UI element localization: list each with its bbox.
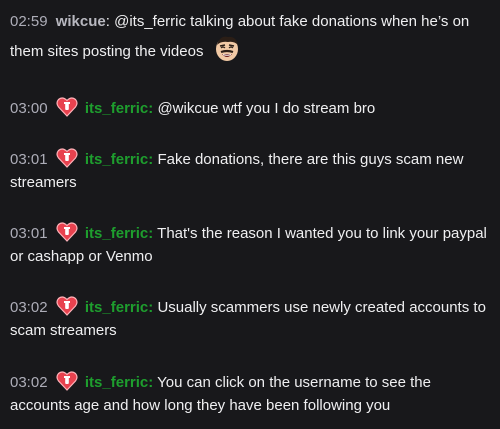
laughing-man-emote[interactable]	[212, 33, 242, 63]
timestamp: 03:00	[10, 100, 48, 117]
chat-message: 03:02 its_ferric: You can click on the u…	[10, 370, 494, 417]
message-text: Fake donations, there are this guys scam…	[10, 151, 464, 191]
heart-badge-icon[interactable]	[56, 370, 78, 392]
chat-message: 02:59 wikcue: @its_ferric talking about …	[10, 10, 494, 63]
colon: :	[148, 151, 154, 168]
heart-badge-icon[interactable]	[56, 96, 78, 118]
colon: :	[148, 225, 154, 242]
timestamp: 02:59	[10, 13, 48, 30]
chat-message: 03:01 its_ferric: That's the reason I wa…	[10, 221, 494, 268]
username[interactable]: wikcue	[56, 13, 106, 30]
colon: :	[105, 13, 115, 30]
timestamp: 03:02	[10, 374, 48, 391]
message-text: That's the reason I wanted you to link y…	[10, 225, 487, 265]
heart-badge-icon[interactable]	[56, 147, 78, 169]
timestamp: 03:02	[10, 299, 48, 316]
colon: :	[148, 299, 154, 316]
heart-badge-icon[interactable]	[56, 295, 78, 317]
colon: :	[148, 374, 154, 391]
message-text: Usually scammers use newly created accou…	[10, 299, 486, 339]
message-text: @wikcue wtf you I do stream bro	[157, 100, 376, 117]
colon: :	[148, 100, 154, 117]
username[interactable]: its_ferric	[85, 151, 148, 168]
heart-badge-icon[interactable]	[56, 221, 78, 243]
timestamp: 03:01	[10, 151, 48, 168]
chat-message: 03:01 its_ferric: Fake donations, there …	[10, 147, 494, 194]
chat-message: 03:02 its_ferric: Usually scammers use n…	[10, 295, 494, 342]
timestamp: 03:01	[10, 225, 48, 242]
chat-log: 02:59 wikcue: @its_ferric talking about …	[0, 0, 500, 429]
chat-message: 03:00 its_ferric: @wikcue wtf you I do s…	[10, 96, 494, 120]
username[interactable]: its_ferric	[85, 100, 148, 117]
username[interactable]: its_ferric	[85, 225, 148, 242]
username[interactable]: its_ferric	[85, 299, 148, 316]
username[interactable]: its_ferric	[85, 374, 148, 391]
